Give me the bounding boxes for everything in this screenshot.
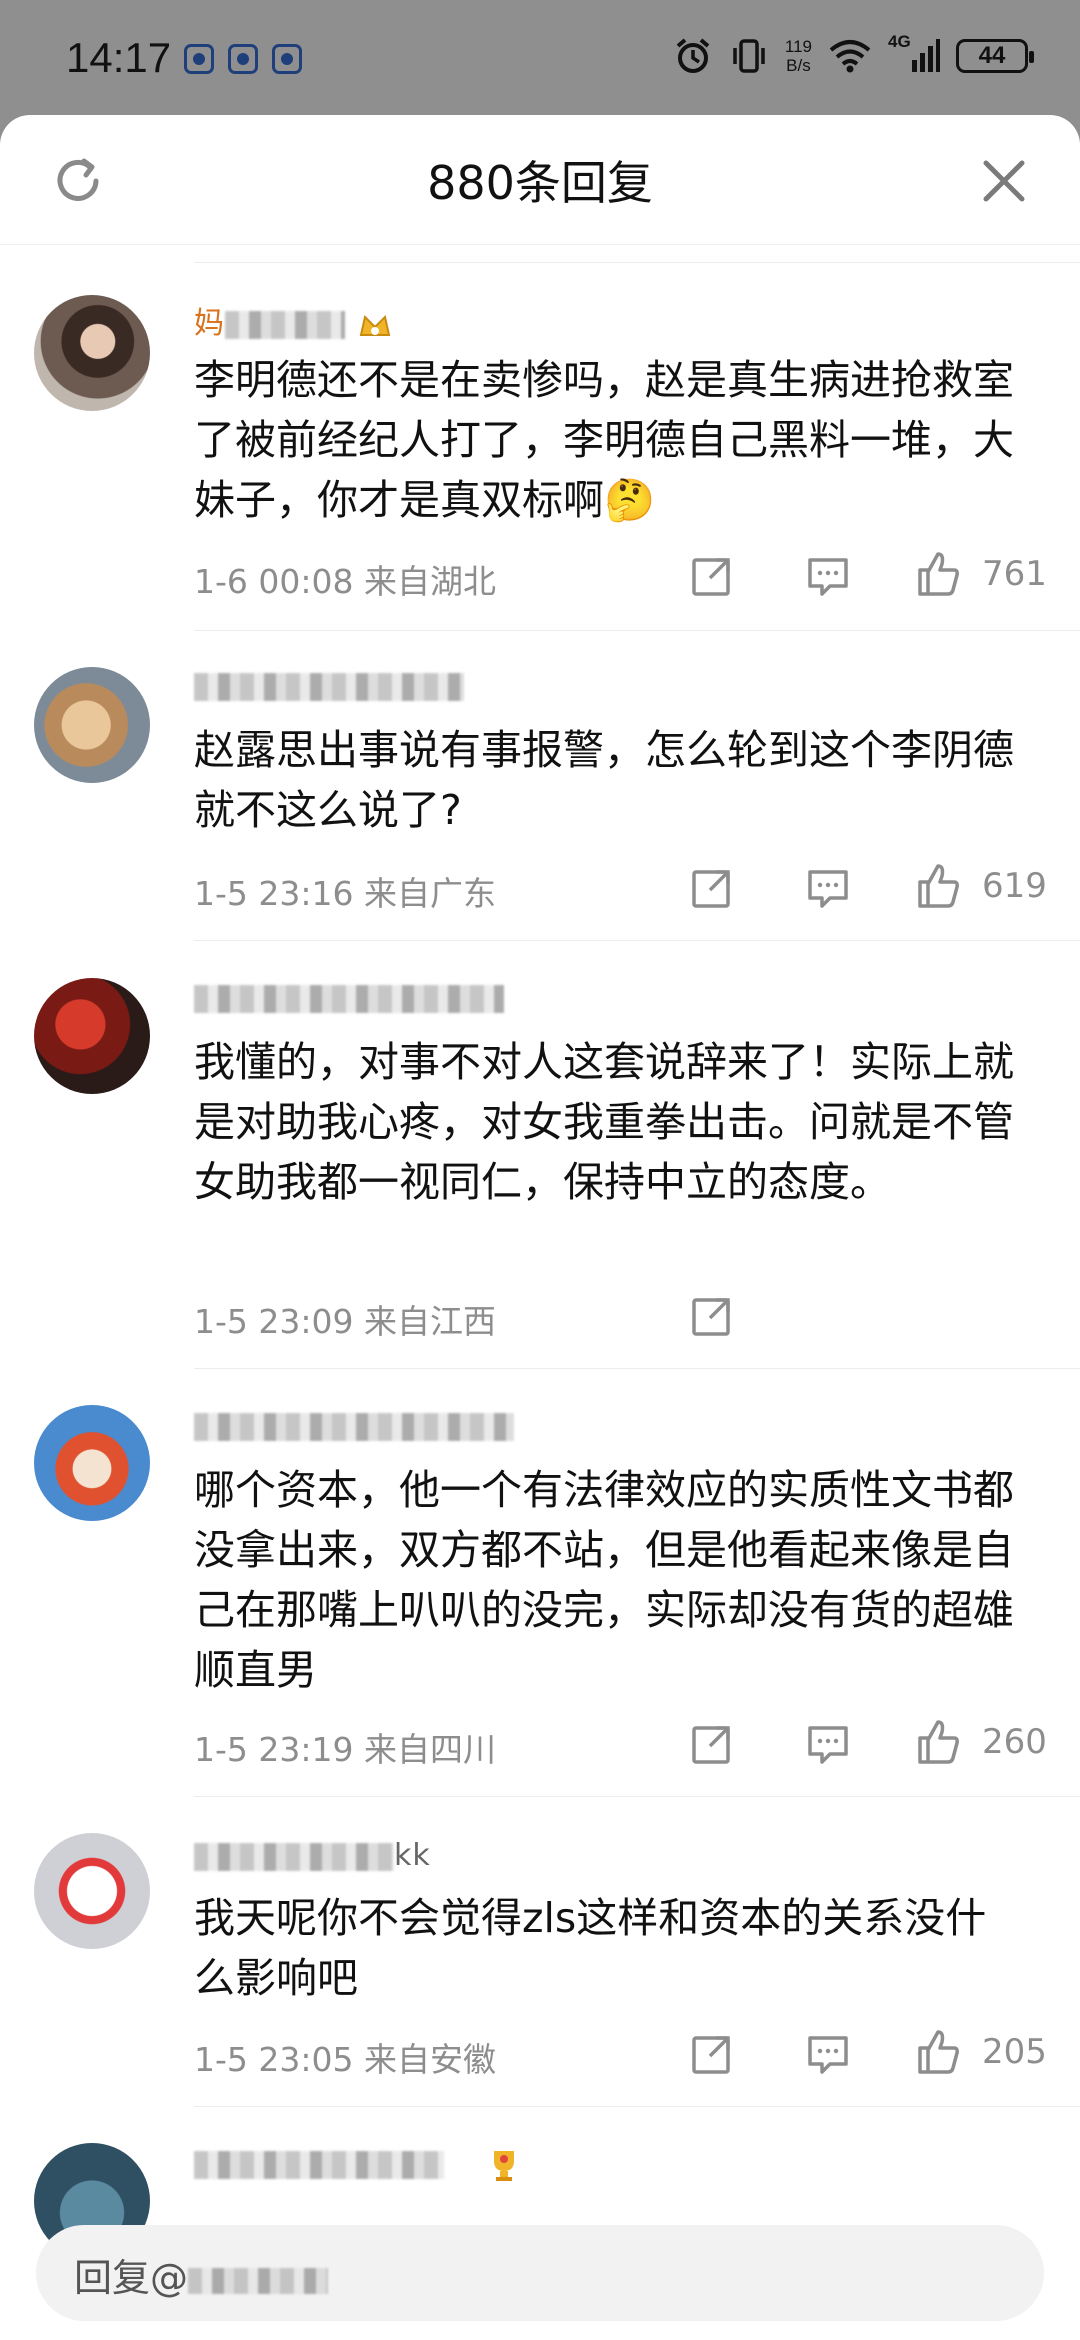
- comment-time: 1-5 23:16: [194, 874, 354, 913]
- notification-icons: [184, 44, 302, 74]
- like-count: 619: [982, 866, 1047, 906]
- username-text: 妈: [194, 306, 225, 341]
- vibrate-icon: [733, 39, 765, 73]
- comment-meta: 1-6 00:08 来自湖北: [194, 555, 496, 603]
- username[interactable]: kk: [194, 1838, 431, 1873]
- divider: [194, 1368, 1080, 1369]
- avatar[interactable]: [34, 667, 150, 783]
- share-icon[interactable]: [688, 1720, 736, 1768]
- share-icon[interactable]: [688, 864, 736, 912]
- divider: [194, 630, 1080, 631]
- like-count: 205: [982, 2032, 1047, 2072]
- avatar[interactable]: [34, 1405, 150, 1521]
- app-notification-icon: [184, 44, 214, 74]
- status-right: 119 B/s 4G 44: [673, 32, 1034, 76]
- avatar[interactable]: [34, 295, 150, 411]
- comment-icon[interactable]: [804, 864, 852, 912]
- like-count: 260: [982, 1722, 1047, 1762]
- comment-location: 来自湖北: [364, 562, 496, 601]
- app-notification-icon: [272, 44, 302, 74]
- speed-unit: B/s: [786, 56, 811, 75]
- close-icon[interactable]: [978, 155, 1030, 207]
- comment-text: 哪个资本，他一个有法律效应的实质性文书都没拿出来，双方都不站，但是他看起来像是自…: [194, 1466, 1014, 1694]
- like-icon[interactable]: [914, 2028, 962, 2076]
- comment-icon[interactable]: [804, 2030, 852, 2078]
- like-icon[interactable]: [914, 862, 962, 910]
- share-icon[interactable]: [688, 1292, 736, 1340]
- comment-icon[interactable]: [804, 552, 852, 600]
- blurred-reply-target: [188, 2267, 329, 2294]
- reply-label: 回复@: [74, 2256, 189, 2300]
- like-icon[interactable]: [914, 1718, 962, 1766]
- network-speed: 119 B/s: [785, 37, 812, 75]
- reply-placeholder: 回复@: [74, 2247, 329, 2302]
- battery-indicator: 44: [956, 39, 1034, 73]
- comment-time: 1-5 23:09: [194, 1302, 354, 1341]
- like-count: 761: [982, 554, 1047, 594]
- username[interactable]: [194, 2145, 524, 2185]
- alarm-icon: [676, 38, 710, 73]
- blurred-username: [225, 310, 345, 339]
- comment-location: 来自江西: [364, 1302, 496, 1341]
- reply-input[interactable]: 回复@: [36, 2225, 1044, 2321]
- sheet-title: 880条回复: [427, 156, 653, 210]
- comment-meta: 1-5 23:16 来自广东: [194, 867, 496, 915]
- username[interactable]: 妈: [194, 298, 395, 345]
- divider: [194, 262, 1080, 263]
- username-text: kk: [394, 1838, 431, 1873]
- comment-text: 李明德还不是在卖惨吗，赵是真生病进抢救室了被前经纪人打了，李明德自己黑料一堆，大…: [194, 356, 1014, 524]
- comment-time: 1-5 23:19: [194, 1730, 354, 1769]
- signal-icon: [912, 39, 940, 72]
- comment-time: 1-5 23:05: [194, 2040, 354, 2079]
- sheet-header: 880条回复: [0, 115, 1080, 245]
- comment-meta: 1-5 23:05 来自安徽: [194, 2033, 496, 2081]
- comment-icon[interactable]: [804, 1720, 852, 1768]
- username[interactable]: [194, 980, 504, 1015]
- comment-meta: 1-5 23:09 来自江西: [194, 1295, 496, 1343]
- wifi-icon: [829, 40, 871, 73]
- divider: [194, 940, 1080, 941]
- avatar[interactable]: [34, 1833, 150, 1949]
- divider: [194, 2106, 1080, 2107]
- comment-time: 1-6 00:08: [194, 562, 354, 601]
- blurred-username: [194, 984, 504, 1013]
- divider: [194, 1796, 1080, 1797]
- app-notification-icon: [228, 44, 258, 74]
- comment-location: 来自四川: [364, 1730, 496, 1769]
- share-icon[interactable]: [688, 552, 736, 600]
- crown-badge-icon: [359, 314, 391, 336]
- like-icon[interactable]: [914, 550, 962, 598]
- share-icon[interactable]: [688, 2030, 736, 2078]
- comment-text: 我天呢你不会觉得zls这样和资本的关系没什么影响吧: [194, 1894, 987, 2002]
- comment-location: 来自安徽: [364, 2040, 496, 2079]
- cell-signal: 4G: [888, 32, 940, 74]
- blurred-username: [194, 2151, 444, 2179]
- blurred-username: [194, 1412, 514, 1441]
- blurred-username: [194, 672, 464, 701]
- blurred-username: [194, 1842, 394, 1871]
- comment-text: 赵露思出事说有事报警，怎么轮到这个李阴德就不这么说了?: [194, 726, 1014, 834]
- status-time: 14:17: [66, 34, 172, 81]
- username[interactable]: [194, 668, 464, 703]
- trophy-badge-icon: [494, 2151, 514, 2181]
- comment-location: 来自广东: [364, 874, 496, 913]
- comment-meta: 1-5 23:19 来自四川: [194, 1723, 496, 1771]
- avatar[interactable]: [34, 978, 150, 1094]
- comment-text: 我懂的，对事不对人这套说辞来了！实际上就是对助我心疼，对女我重拳出击。问就是不管…: [194, 1038, 1014, 1206]
- username[interactable]: [194, 1408, 514, 1443]
- status-bar: 14:17 119 B/s 4G 44: [0, 0, 1080, 115]
- speed-value: 119: [784, 37, 812, 56]
